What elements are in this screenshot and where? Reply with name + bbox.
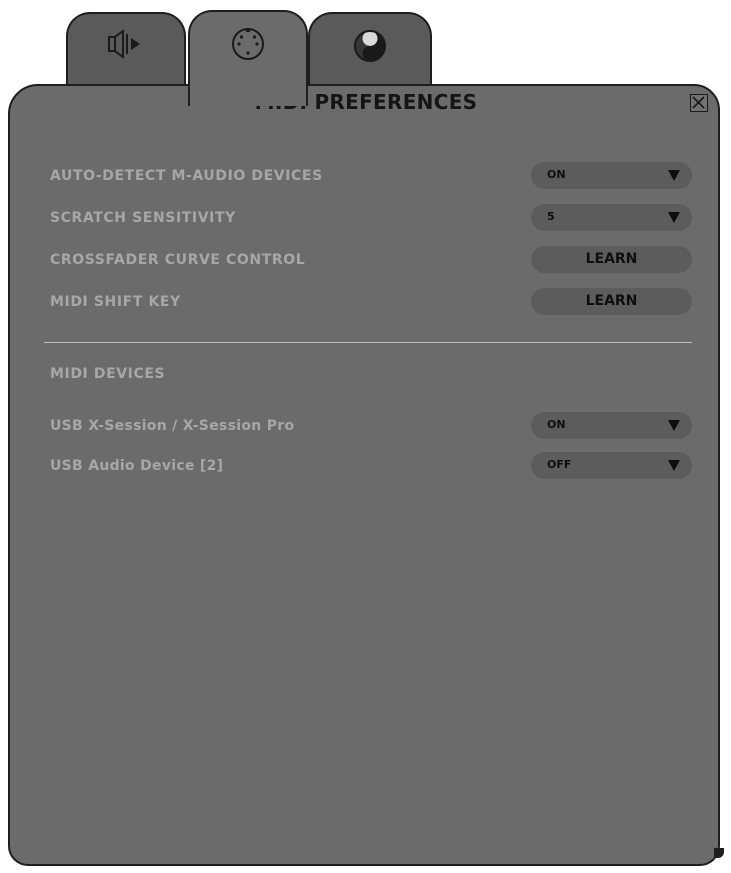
device-usb-x-session-dropdown[interactable]: ON: [531, 412, 692, 439]
active-tab-seam: [190, 82, 306, 88]
midi-preferences-window: MIDI PREFERENCES AUTO-DETECT M-AUDIO DEV…: [0, 0, 731, 873]
auto-detect-dropdown[interactable]: ON: [531, 162, 692, 189]
device-label-usb-audio: USB Audio Device [2]: [50, 458, 224, 474]
scratch-sensitivity-dropdown[interactable]: 5: [531, 204, 692, 231]
scratch-sensitivity-label: SCRATCH SENSITIVITY: [50, 210, 236, 226]
resize-handle[interactable]: [714, 848, 724, 858]
dropdown-arrow-icon: [668, 420, 680, 431]
scratch-sensitivity-value: 5: [547, 210, 555, 223]
crossfader-learn-label: LEARN: [585, 251, 638, 267]
auto-detect-value: ON: [547, 168, 566, 181]
page-title: MIDI PREFERENCES: [254, 90, 478, 114]
auto-detect-label: AUTO-DETECT M-AUDIO DEVICES: [50, 168, 323, 184]
close-icon: [691, 95, 707, 110]
midi-shift-learn-label: LEARN: [585, 293, 638, 309]
midi-shift-learn-button[interactable]: LEARN: [531, 288, 692, 315]
dropdown-arrow-icon: [668, 170, 680, 181]
midi-connector-icon: [228, 26, 268, 106]
device-label-usb-x-session: USB X-Session / X-Session Pro: [50, 418, 295, 434]
device-usb-audio-value: OFF: [547, 458, 572, 471]
device-usb-audio-dropdown[interactable]: OFF: [531, 452, 692, 479]
preferences-panel: MIDI PREFERENCES AUTO-DETECT M-AUDIO DEV…: [8, 84, 724, 866]
close-button[interactable]: [690, 94, 708, 112]
dropdown-arrow-icon: [668, 212, 680, 223]
section-divider: [44, 342, 692, 343]
crossfader-learn-button[interactable]: LEARN: [531, 246, 692, 273]
device-usb-x-session-value: ON: [547, 418, 566, 431]
tab-midi[interactable]: [188, 10, 308, 106]
midi-shift-key-label: MIDI SHIFT KEY: [50, 294, 181, 310]
dropdown-arrow-icon: [668, 460, 680, 471]
crossfader-curve-label: CROSSFADER CURVE CONTROL: [50, 252, 306, 268]
midi-devices-heading: MIDI DEVICES: [50, 366, 166, 382]
